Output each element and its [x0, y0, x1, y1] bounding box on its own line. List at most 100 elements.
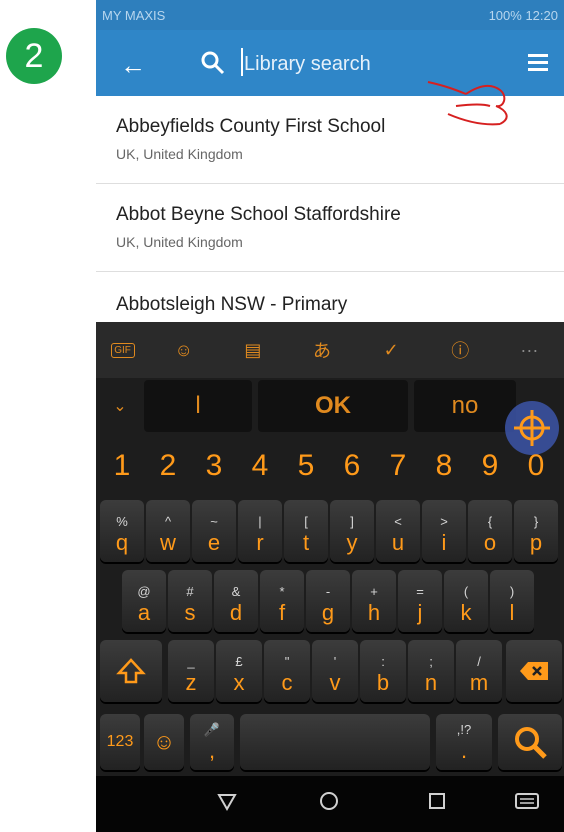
hamburger-menu-icon[interactable] — [528, 54, 548, 75]
letter-key[interactable]: [t — [284, 500, 328, 562]
number-key[interactable]: 6 — [330, 438, 374, 494]
more-icon[interactable]: ··· — [509, 340, 549, 361]
alt-symbol-label: } — [533, 514, 539, 529]
letter-key[interactable]: @ a — [122, 570, 166, 632]
emoji-key[interactable]: ☺ — [144, 714, 184, 770]
letter-key[interactable]: > i — [422, 500, 466, 562]
period-key[interactable]: ,!? . — [436, 714, 492, 770]
number-key[interactable]: 4 — [238, 438, 282, 494]
alt-symbol-label: ' — [333, 654, 337, 669]
alt-symbol-label: # — [186, 584, 194, 599]
shift-icon — [116, 658, 146, 684]
mode-switch-key[interactable]: 123 — [100, 714, 140, 770]
letter-label: a — [137, 600, 151, 625]
letter-key[interactable]: / m — [456, 640, 502, 702]
letter-key[interactable]: * f — [260, 570, 304, 632]
list-item[interactable]: Abbot Beyne School Staffordshire UK, Uni… — [96, 184, 564, 272]
letter-key[interactable]: -g — [306, 570, 350, 632]
number-key[interactable]: 1 — [100, 438, 144, 494]
letter-label: v — [329, 670, 341, 695]
alt-symbol-label: @ — [137, 584, 151, 599]
letter-label: g — [321, 600, 335, 625]
letter-key[interactable]: % q — [100, 500, 144, 562]
number-key[interactable]: 9 — [468, 438, 512, 494]
alt-symbol-label: > — [440, 514, 448, 529]
letter-key[interactable]: < u — [376, 500, 420, 562]
alt-symbol-label: ~ — [210, 514, 218, 529]
letter-key[interactable]: ) l — [490, 570, 534, 632]
letter-key[interactable]: ] y — [330, 500, 374, 562]
list-item[interactable]: Abbeyfields County First School UK, Unit… — [96, 96, 564, 184]
number-key[interactable]: 2 — [146, 438, 190, 494]
letter-key[interactable]: _ z — [168, 640, 214, 702]
letter-key[interactable]: | r — [238, 500, 282, 562]
number-key[interactable]: 3 — [192, 438, 236, 494]
number-key[interactable]: 7 — [376, 438, 420, 494]
letter-key[interactable]: & d — [214, 570, 258, 632]
back-triangle-icon[interactable] — [216, 790, 238, 812]
info-icon[interactable]: ⓘ — [440, 337, 480, 363]
clipboard-icon[interactable]: ▤ — [233, 340, 273, 361]
number-key[interactable]: 0 — [514, 438, 558, 494]
letter-label: o — [483, 530, 497, 555]
letter-key[interactable]: " c — [264, 640, 310, 702]
letter-key[interactable]: £ x — [216, 640, 262, 702]
alt-symbol-label: < — [394, 514, 402, 529]
letter-label: m — [469, 670, 489, 695]
shift-key[interactable] — [100, 640, 162, 702]
letter-label: p — [529, 530, 543, 555]
letter-label: d — [229, 600, 243, 625]
letter-key[interactable]: ^ w — [146, 500, 190, 562]
alt-symbol-label: / — [477, 654, 481, 669]
gif-icon[interactable]: GIF — [110, 342, 135, 358]
result-subtitle: UK, United Kingdom — [116, 146, 243, 162]
letter-key[interactable]: ' v — [312, 640, 358, 702]
suggestion-chip[interactable]: l — [144, 380, 252, 432]
letter-key[interactable]: (k — [444, 570, 488, 632]
keyboard-icon[interactable] — [514, 790, 540, 812]
letter-key[interactable]: {o — [468, 500, 512, 562]
letter-key[interactable]: ; n — [408, 640, 454, 702]
comma-key[interactable]: 🎤 , — [190, 714, 234, 770]
letter-label: b — [376, 670, 390, 695]
space-key[interactable] — [240, 714, 430, 770]
letter-key[interactable]: # s — [168, 570, 212, 632]
arrow-left-icon[interactable]: ← — [120, 50, 146, 81]
letter-label: k — [460, 600, 472, 625]
list-item[interactable]: Abbotsleigh NSW - Primary — [96, 272, 564, 315]
recents-square-icon[interactable] — [426, 790, 448, 812]
phone-screen: MY MAXIS 100% 12:20 ← Abbeyfields County… — [96, 0, 564, 832]
emoji-icon: ☺ — [152, 729, 176, 754]
collapse-suggestions-icon[interactable]: ⌄ — [106, 380, 134, 432]
letter-key[interactable]: + h — [352, 570, 396, 632]
microphone-icon: 🎤 — [203, 722, 221, 737]
alt-symbol-label: " — [284, 654, 290, 669]
letter-key[interactable]: :b — [360, 640, 406, 702]
letter-label: l — [509, 600, 515, 625]
letter-label: f — [278, 600, 286, 625]
letter-label: r — [256, 530, 264, 555]
alt-symbol-label: + — [370, 584, 378, 599]
check-icon[interactable]: ✓ — [371, 340, 411, 361]
carrier-label: MY MAXIS — [102, 7, 166, 23]
number-key[interactable]: 8 — [422, 438, 466, 494]
letter-label: w — [160, 530, 176, 555]
letter-label: i — [441, 530, 447, 555]
search-key[interactable] — [498, 714, 562, 770]
suggestion-chip[interactable]: OK — [258, 380, 408, 432]
backspace-icon — [520, 662, 548, 680]
letter-label: t — [302, 530, 310, 555]
home-circle-icon[interactable] — [318, 790, 340, 812]
backspace-key[interactable] — [506, 640, 562, 702]
number-key[interactable]: 5 — [284, 438, 328, 494]
sticker-icon[interactable]: ☺ — [164, 340, 204, 361]
letter-key[interactable]: ~ e — [192, 500, 236, 562]
step-number-badge: 2 — [6, 28, 62, 84]
letter-key[interactable]: } p — [514, 500, 558, 562]
alt-symbol-label: £ — [235, 654, 243, 669]
suggestion-chip[interactable]: no — [414, 380, 516, 432]
letter-key[interactable]: = j — [398, 570, 442, 632]
period-label: . — [460, 738, 468, 763]
translate-icon[interactable]: あ — [302, 337, 342, 363]
alt-symbol-label: % — [116, 514, 128, 529]
